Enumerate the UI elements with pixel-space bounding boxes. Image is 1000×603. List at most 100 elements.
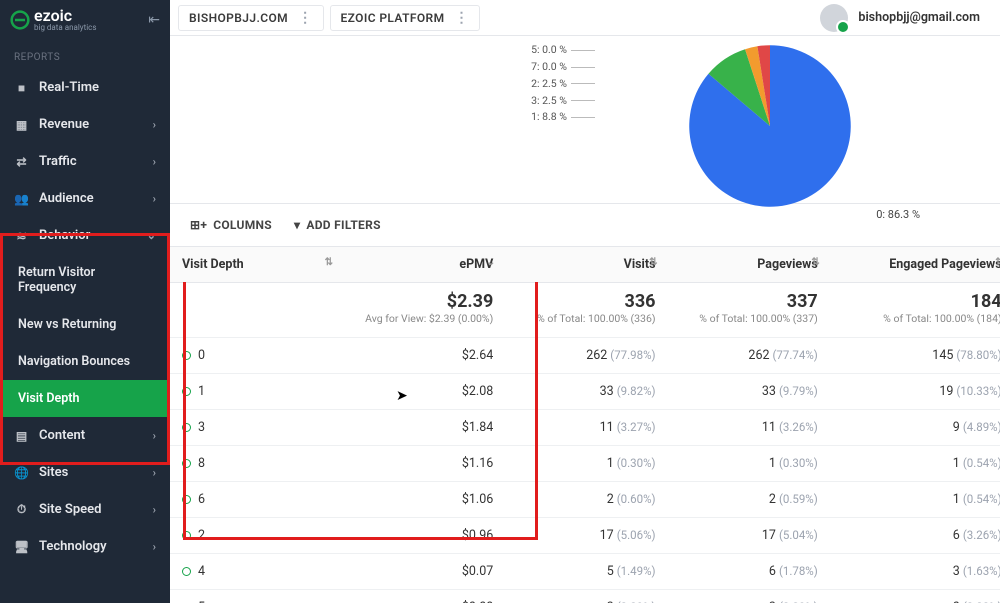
sidebar-item-label: Audience bbox=[39, 191, 94, 206]
sidebar-item-new-vs-returning[interactable]: New vs Returning bbox=[0, 306, 170, 343]
sidebar-item-label: Sites bbox=[39, 465, 68, 480]
sidebar-item-label: Traffic bbox=[39, 154, 77, 169]
summary-sub: % of Total: 100.00% (337) bbox=[680, 312, 818, 325]
sidebar-item-label: Content bbox=[39, 428, 85, 443]
sidebar-item-label: Behavior bbox=[39, 228, 90, 243]
sidebar-item-label: Real-Time bbox=[39, 80, 99, 95]
speed-icon: ⏱ bbox=[14, 502, 29, 517]
button-label: COLUMNS bbox=[213, 218, 272, 232]
globe-icon: 🌐 bbox=[14, 466, 29, 480]
table-scroll[interactable]: Visit Depth⇅ ePMV⌄ Visits⇅ Pageviews⇅ En… bbox=[170, 246, 1000, 603]
user-email: bishopbjj@gmail.com bbox=[858, 10, 980, 25]
summary-sub: % of Total: 100.00% (184) bbox=[842, 312, 1000, 325]
sidebar-item-revenue[interactable]: ▦ Revenue › bbox=[0, 106, 170, 143]
add-filters-button[interactable]: ▾ ADD FILTERS bbox=[294, 218, 381, 232]
columns-icon: ⊞+ bbox=[190, 218, 207, 232]
technology-icon: 🖥 bbox=[14, 540, 29, 554]
row-indicator-icon bbox=[182, 387, 191, 396]
row-indicator-icon bbox=[182, 423, 191, 432]
pie-slice-label: 3: 2.5 % bbox=[531, 93, 595, 110]
col-label: Visit Depth bbox=[182, 257, 244, 272]
logo-name: ezoic bbox=[34, 8, 96, 24]
col-engaged-pageviews[interactable]: Engaged Pageviews⇅ bbox=[830, 247, 1000, 283]
breadcrumb-label: BISHOPBJJ.COM bbox=[189, 11, 288, 25]
pie-chart-region: 5: 0.0 %7: 0.0 %2: 2.5 %3: 2.5 %1: 8.8 %… bbox=[170, 36, 1000, 203]
sidebar-item-sites[interactable]: 🌐 Sites › bbox=[0, 454, 170, 491]
sidebar-item-label: Technology bbox=[39, 539, 107, 554]
summary-value: 337 bbox=[680, 291, 818, 312]
chevron-right-icon: › bbox=[153, 540, 156, 553]
table-row[interactable]: 1$2.0833(9.82%)33(9.79%)19(10.33%)0.57 bbox=[170, 374, 1000, 410]
table-row[interactable]: 0$2.64262(77.98%)262(77.74%)145(78.80%)0… bbox=[170, 338, 1000, 374]
summary-sub: Avg for View: $2.39 (0.00%) bbox=[355, 312, 493, 325]
summary-sub: % of Total: 100.00% (336) bbox=[517, 312, 655, 325]
col-label: Engaged Pageviews bbox=[889, 257, 1000, 272]
col-visit-depth[interactable]: Visit Depth⇅ bbox=[170, 247, 343, 283]
table-row[interactable]: 3$1.8411(3.27%)11(3.26%)9(4.89%)0.81 bbox=[170, 410, 1000, 446]
chevron-right-icon: › bbox=[153, 466, 156, 479]
pie-labels: 5: 0.0 %7: 0.0 %2: 2.5 %3: 2.5 %1: 8.8 % bbox=[531, 42, 595, 126]
sidebar-item-realtime[interactable]: ■ Real-Time bbox=[0, 69, 170, 106]
pie-chart bbox=[655, 31, 885, 221]
table-summary-row: $2.39Avg for View: $2.39 (0.00%) 336% of… bbox=[170, 283, 1000, 338]
main-content: BISHOPBJJ.COM ⋮ EZOIC PLATFORM ⋮ bishopb… bbox=[170, 0, 1000, 603]
sidebar-item-audience[interactable]: 👥 Audience › bbox=[0, 180, 170, 217]
audience-icon: 👥 bbox=[14, 192, 29, 206]
table-row[interactable]: 2$0.9617(5.06%)17(5.04%)6(3.26%)0.35 bbox=[170, 518, 1000, 554]
sort-icon: ⇅ bbox=[811, 257, 819, 268]
col-pageviews[interactable]: Pageviews⇅ bbox=[668, 247, 830, 283]
sort-icon: ⇅ bbox=[995, 257, 1000, 268]
chevron-down-icon: ⌄ bbox=[487, 257, 495, 268]
breadcrumb-site[interactable]: BISHOPBJJ.COM ⋮ bbox=[178, 5, 324, 31]
table-header-row: Visit Depth⇅ ePMV⌄ Visits⇅ Pageviews⇅ En… bbox=[170, 247, 1000, 283]
revenue-icon: ▦ bbox=[14, 118, 29, 132]
sidebar-item-navigation-bounces[interactable]: Navigation Bounces bbox=[0, 343, 170, 380]
summary-value: 184 bbox=[842, 291, 1000, 312]
data-table: Visit Depth⇅ ePMV⌄ Visits⇅ Pageviews⇅ En… bbox=[170, 246, 1000, 603]
breadcrumb-platform[interactable]: EZOIC PLATFORM ⋮ bbox=[330, 5, 480, 31]
columns-button[interactable]: ⊞+ COLUMNS bbox=[190, 218, 272, 232]
chevron-right-icon: › bbox=[153, 155, 156, 168]
sidebar-item-traffic[interactable]: ⇄ Traffic › bbox=[0, 143, 170, 180]
logo[interactable]: ezoic big data analytics bbox=[10, 8, 96, 32]
col-visits[interactable]: Visits⇅ bbox=[505, 247, 667, 283]
col-epmv[interactable]: ePMV⌄ bbox=[343, 247, 505, 283]
row-indicator-icon bbox=[182, 495, 191, 504]
row-indicator-icon bbox=[182, 531, 191, 540]
kebab-icon[interactable]: ⋮ bbox=[298, 10, 312, 26]
user-menu[interactable]: bishopbjj@gmail.com bbox=[820, 4, 992, 32]
behavior-icon: ≋ bbox=[14, 229, 29, 243]
pie-slice-label: 5: 0.0 % bbox=[531, 42, 595, 59]
sidebar-item-site-speed[interactable]: ⏱ Site Speed › bbox=[0, 491, 170, 528]
summary-value: 336 bbox=[517, 291, 655, 312]
video-icon: ■ bbox=[14, 81, 29, 95]
logo-row: ezoic big data analytics ⇤ bbox=[0, 0, 170, 40]
pie-slice-label: 2: 2.5 % bbox=[531, 76, 595, 93]
chevron-down-icon: ⌄ bbox=[147, 229, 156, 242]
sidebar-item-content[interactable]: ▤Content › bbox=[0, 417, 170, 454]
traffic-icon: ⇄ bbox=[14, 155, 29, 169]
chevron-right-icon: › bbox=[153, 118, 156, 131]
row-indicator-icon bbox=[182, 351, 191, 360]
chevron-right-icon: › bbox=[153, 192, 156, 205]
chevron-right-icon: › bbox=[153, 503, 156, 516]
table-row[interactable]: 8$1.161(0.30%)1(0.30%)1(0.54%)1.00 bbox=[170, 446, 1000, 482]
sidebar-item-label: Site Speed bbox=[39, 502, 101, 517]
button-label: ADD FILTERS bbox=[306, 218, 380, 232]
filter-icon: ▾ bbox=[294, 218, 300, 232]
sidebar-item-technology[interactable]: 🖥 Technology › bbox=[0, 528, 170, 565]
sidebar-section-label: REPORTS bbox=[0, 40, 170, 69]
pie-slice-label: 7: 0.0 % bbox=[531, 59, 595, 76]
sidebar-item-behavior[interactable]: ≋ Behavior ⌄ bbox=[0, 217, 170, 254]
table-row[interactable]: 4$0.075(1.49%)6(1.78%)3(1.63%)0.60 bbox=[170, 554, 1000, 590]
table-row[interactable]: 5$0.003(0.89%)3(0.89%)0(0.00%)0.00 bbox=[170, 590, 1000, 603]
row-indicator-icon bbox=[182, 459, 191, 468]
table-row[interactable]: 6$1.062(0.60%)2(0.59%)1(0.54%)0.50 bbox=[170, 482, 1000, 518]
kebab-icon[interactable]: ⋮ bbox=[454, 10, 468, 26]
row-indicator-icon bbox=[182, 567, 191, 576]
sidebar-item-return-visitor-frequency[interactable]: Return Visitor Frequency bbox=[0, 254, 170, 306]
collapse-sidebar-icon[interactable]: ⇤ bbox=[148, 12, 160, 28]
summary-value: $2.39 bbox=[355, 291, 493, 312]
sidebar-item-label: Revenue bbox=[39, 117, 89, 132]
sidebar-item-visit-depth[interactable]: Visit Depth bbox=[0, 380, 170, 417]
